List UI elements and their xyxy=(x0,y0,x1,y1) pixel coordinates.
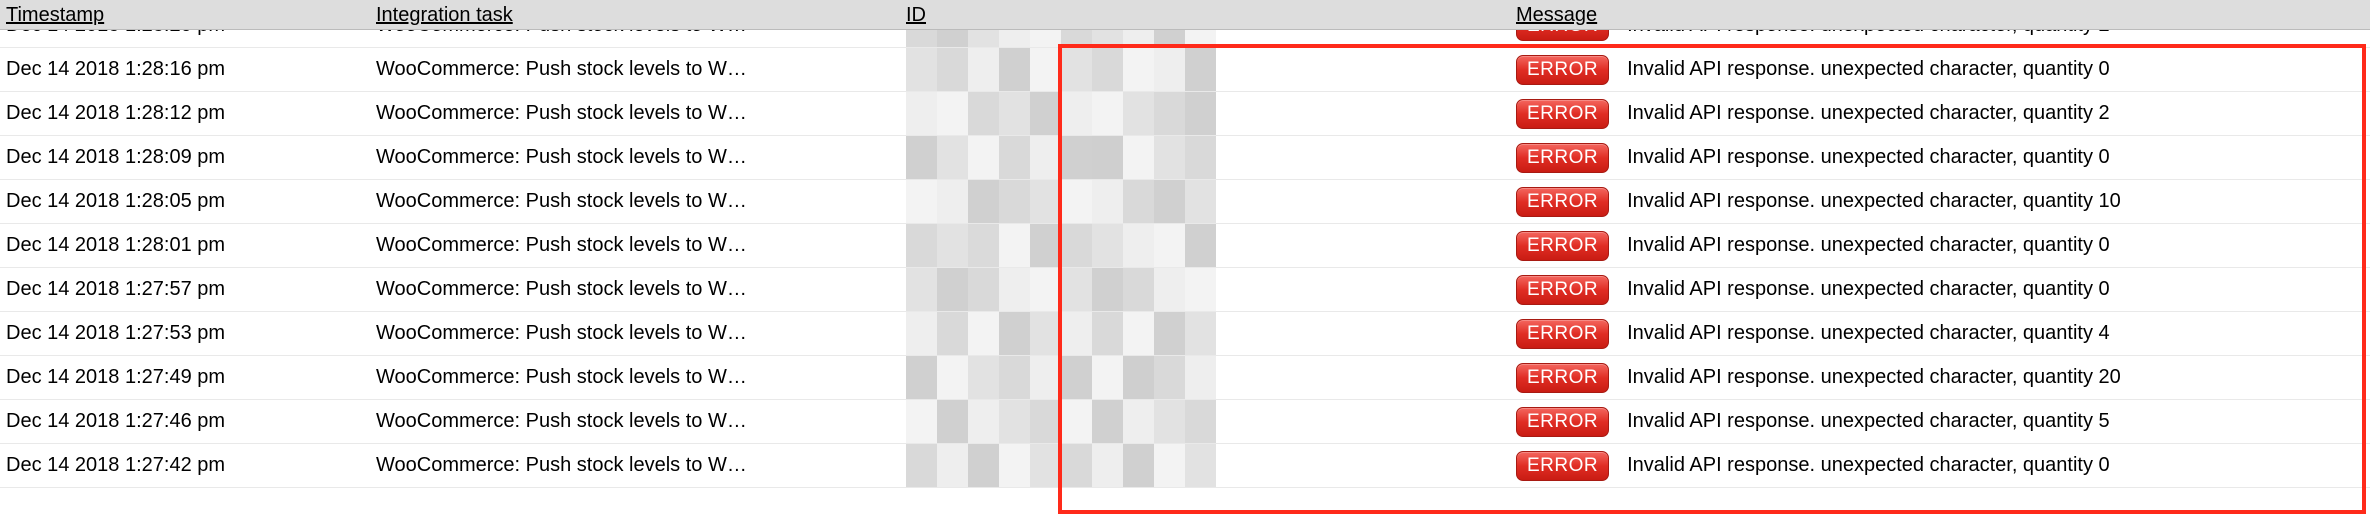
cell-task: WooCommerce: Push stock levels to W… xyxy=(370,58,900,81)
message-text: Invalid API response. unexpected charact… xyxy=(1627,410,2110,433)
cell-task: WooCommerce: Push stock levels to W… xyxy=(370,278,900,301)
error-badge: ERROR xyxy=(1516,30,1609,41)
error-badge: ERROR xyxy=(1516,407,1609,437)
cell-timestamp: Dec 14 2018 1:28:05 pm xyxy=(0,190,370,213)
redacted-id xyxy=(906,444,1216,487)
redacted-id xyxy=(906,30,1216,47)
cell-message: ERROR Invalid API response. unexpected c… xyxy=(1510,319,2370,349)
cell-task: WooCommerce: Push stock levels to W… xyxy=(370,454,900,477)
cell-id xyxy=(900,268,1510,311)
table-header: Timestamp Integration task ID Message xyxy=(0,0,2370,30)
cell-id xyxy=(900,400,1510,443)
error-badge: ERROR xyxy=(1516,275,1609,305)
cell-id xyxy=(900,92,1510,135)
message-text: Invalid API response. unexpected charact… xyxy=(1627,102,2110,125)
column-header-timestamp[interactable]: Timestamp xyxy=(0,4,370,29)
message-text: Invalid API response. unexpected charact… xyxy=(1627,58,2110,81)
message-text: Invalid API response. unexpected charact… xyxy=(1627,322,2110,345)
table-row[interactable]: Dec 14 2018 1:28:01 pm WooCommerce: Push… xyxy=(0,224,2370,268)
error-badge: ERROR xyxy=(1516,451,1609,481)
cell-task: WooCommerce: Push stock levels to W… xyxy=(370,234,900,257)
cell-message: ERROR Invalid API response. unexpected c… xyxy=(1510,99,2370,129)
cell-id xyxy=(900,48,1510,91)
column-header-message[interactable]: Message xyxy=(1510,4,2370,29)
message-text: Invalid API response. unexpected charact… xyxy=(1627,366,2121,389)
table-row[interactable]: Dec 14 2018 1:28:09 pm WooCommerce: Push… xyxy=(0,136,2370,180)
cell-task: WooCommerce: Push stock levels to W… xyxy=(370,30,900,37)
cell-timestamp: Dec 14 2018 1:28:01 pm xyxy=(0,234,370,257)
redacted-id xyxy=(906,180,1216,223)
cell-id xyxy=(900,180,1510,223)
cell-message: ERROR Invalid API response. unexpected c… xyxy=(1510,275,2370,305)
cell-message: ERROR Invalid API response. unexpected c… xyxy=(1510,143,2370,173)
error-badge: ERROR xyxy=(1516,143,1609,173)
cell-task: WooCommerce: Push stock levels to W… xyxy=(370,190,900,213)
column-header-id[interactable]: ID xyxy=(900,4,1510,29)
cell-timestamp: Dec 14 2018 1:27:53 pm xyxy=(0,322,370,345)
error-badge: ERROR xyxy=(1516,231,1609,261)
redacted-id xyxy=(906,356,1216,399)
redacted-id xyxy=(906,268,1216,311)
cell-timestamp: Dec 14 2018 1:27:42 pm xyxy=(0,454,370,477)
table-row[interactable]: Dec 14 2018 1:28:05 pm WooCommerce: Push… xyxy=(0,180,2370,224)
cell-task: WooCommerce: Push stock levels to W… xyxy=(370,102,900,125)
error-badge: ERROR xyxy=(1516,99,1609,129)
redacted-id xyxy=(906,312,1216,355)
cell-timestamp: Dec 14 2018 1:27:46 pm xyxy=(0,410,370,433)
error-badge: ERROR xyxy=(1516,187,1609,217)
cell-id xyxy=(900,444,1510,487)
cell-message: ERROR Invalid API response. unexpected c… xyxy=(1510,55,2370,85)
cell-message: ERROR Invalid API response. unexpected c… xyxy=(1510,187,2370,217)
error-badge: ERROR xyxy=(1516,55,1609,85)
table-row[interactable]: Dec 14 2018 1:28:20 pm WooCommerce: Push… xyxy=(0,30,2370,48)
message-text: Invalid API response. unexpected charact… xyxy=(1627,190,2121,213)
table-row[interactable]: Dec 14 2018 1:27:46 pm WooCommerce: Push… xyxy=(0,400,2370,444)
message-text: Invalid API response. unexpected charact… xyxy=(1627,454,2110,477)
cell-task: WooCommerce: Push stock levels to W… xyxy=(370,322,900,345)
message-text: Invalid API response. unexpected charact… xyxy=(1627,234,2110,257)
cell-timestamp: Dec 14 2018 1:27:57 pm xyxy=(0,278,370,301)
cell-id xyxy=(900,136,1510,179)
cell-id xyxy=(900,224,1510,267)
table-row[interactable]: Dec 14 2018 1:27:53 pm WooCommerce: Push… xyxy=(0,312,2370,356)
cell-timestamp: Dec 14 2018 1:28:09 pm xyxy=(0,146,370,169)
cell-task: WooCommerce: Push stock levels to W… xyxy=(370,410,900,433)
message-text: Invalid API response. unexpected charact… xyxy=(1627,146,2110,169)
table-row[interactable]: Dec 14 2018 1:28:16 pm WooCommerce: Push… xyxy=(0,48,2370,92)
cell-message: ERROR Invalid API response. unexpected c… xyxy=(1510,407,2370,437)
cell-task: WooCommerce: Push stock levels to W… xyxy=(370,366,900,389)
cell-timestamp: Dec 14 2018 1:28:12 pm xyxy=(0,102,370,125)
cell-message: ERROR Invalid API response. unexpected c… xyxy=(1510,451,2370,481)
cell-timestamp: Dec 14 2018 1:28:16 pm xyxy=(0,58,370,81)
cell-id xyxy=(900,30,1510,47)
redacted-id xyxy=(906,136,1216,179)
cell-message: ERROR Invalid API response. unexpected c… xyxy=(1510,30,2370,41)
redacted-id xyxy=(906,92,1216,135)
table-row[interactable]: Dec 14 2018 1:27:42 pm WooCommerce: Push… xyxy=(0,444,2370,488)
message-text: Invalid API response. unexpected charact… xyxy=(1627,278,2110,301)
table-row[interactable]: Dec 14 2018 1:27:57 pm WooCommerce: Push… xyxy=(0,268,2370,312)
cell-timestamp: Dec 14 2018 1:28:20 pm xyxy=(0,30,370,37)
column-header-task[interactable]: Integration task xyxy=(370,4,900,29)
message-text: Invalid API response. unexpected charact… xyxy=(1627,30,2110,37)
redacted-id xyxy=(906,48,1216,91)
cell-message: ERROR Invalid API response. unexpected c… xyxy=(1510,363,2370,393)
redacted-id xyxy=(906,224,1216,267)
cell-id xyxy=(900,312,1510,355)
table-row[interactable]: Dec 14 2018 1:28:12 pm WooCommerce: Push… xyxy=(0,92,2370,136)
redacted-id xyxy=(906,400,1216,443)
table-row[interactable]: Dec 14 2018 1:27:49 pm WooCommerce: Push… xyxy=(0,356,2370,400)
error-badge: ERROR xyxy=(1516,319,1609,349)
cell-message: ERROR Invalid API response. unexpected c… xyxy=(1510,231,2370,261)
cell-id xyxy=(900,356,1510,399)
error-badge: ERROR xyxy=(1516,363,1609,393)
cell-timestamp: Dec 14 2018 1:27:49 pm xyxy=(0,366,370,389)
cell-task: WooCommerce: Push stock levels to W… xyxy=(370,146,900,169)
